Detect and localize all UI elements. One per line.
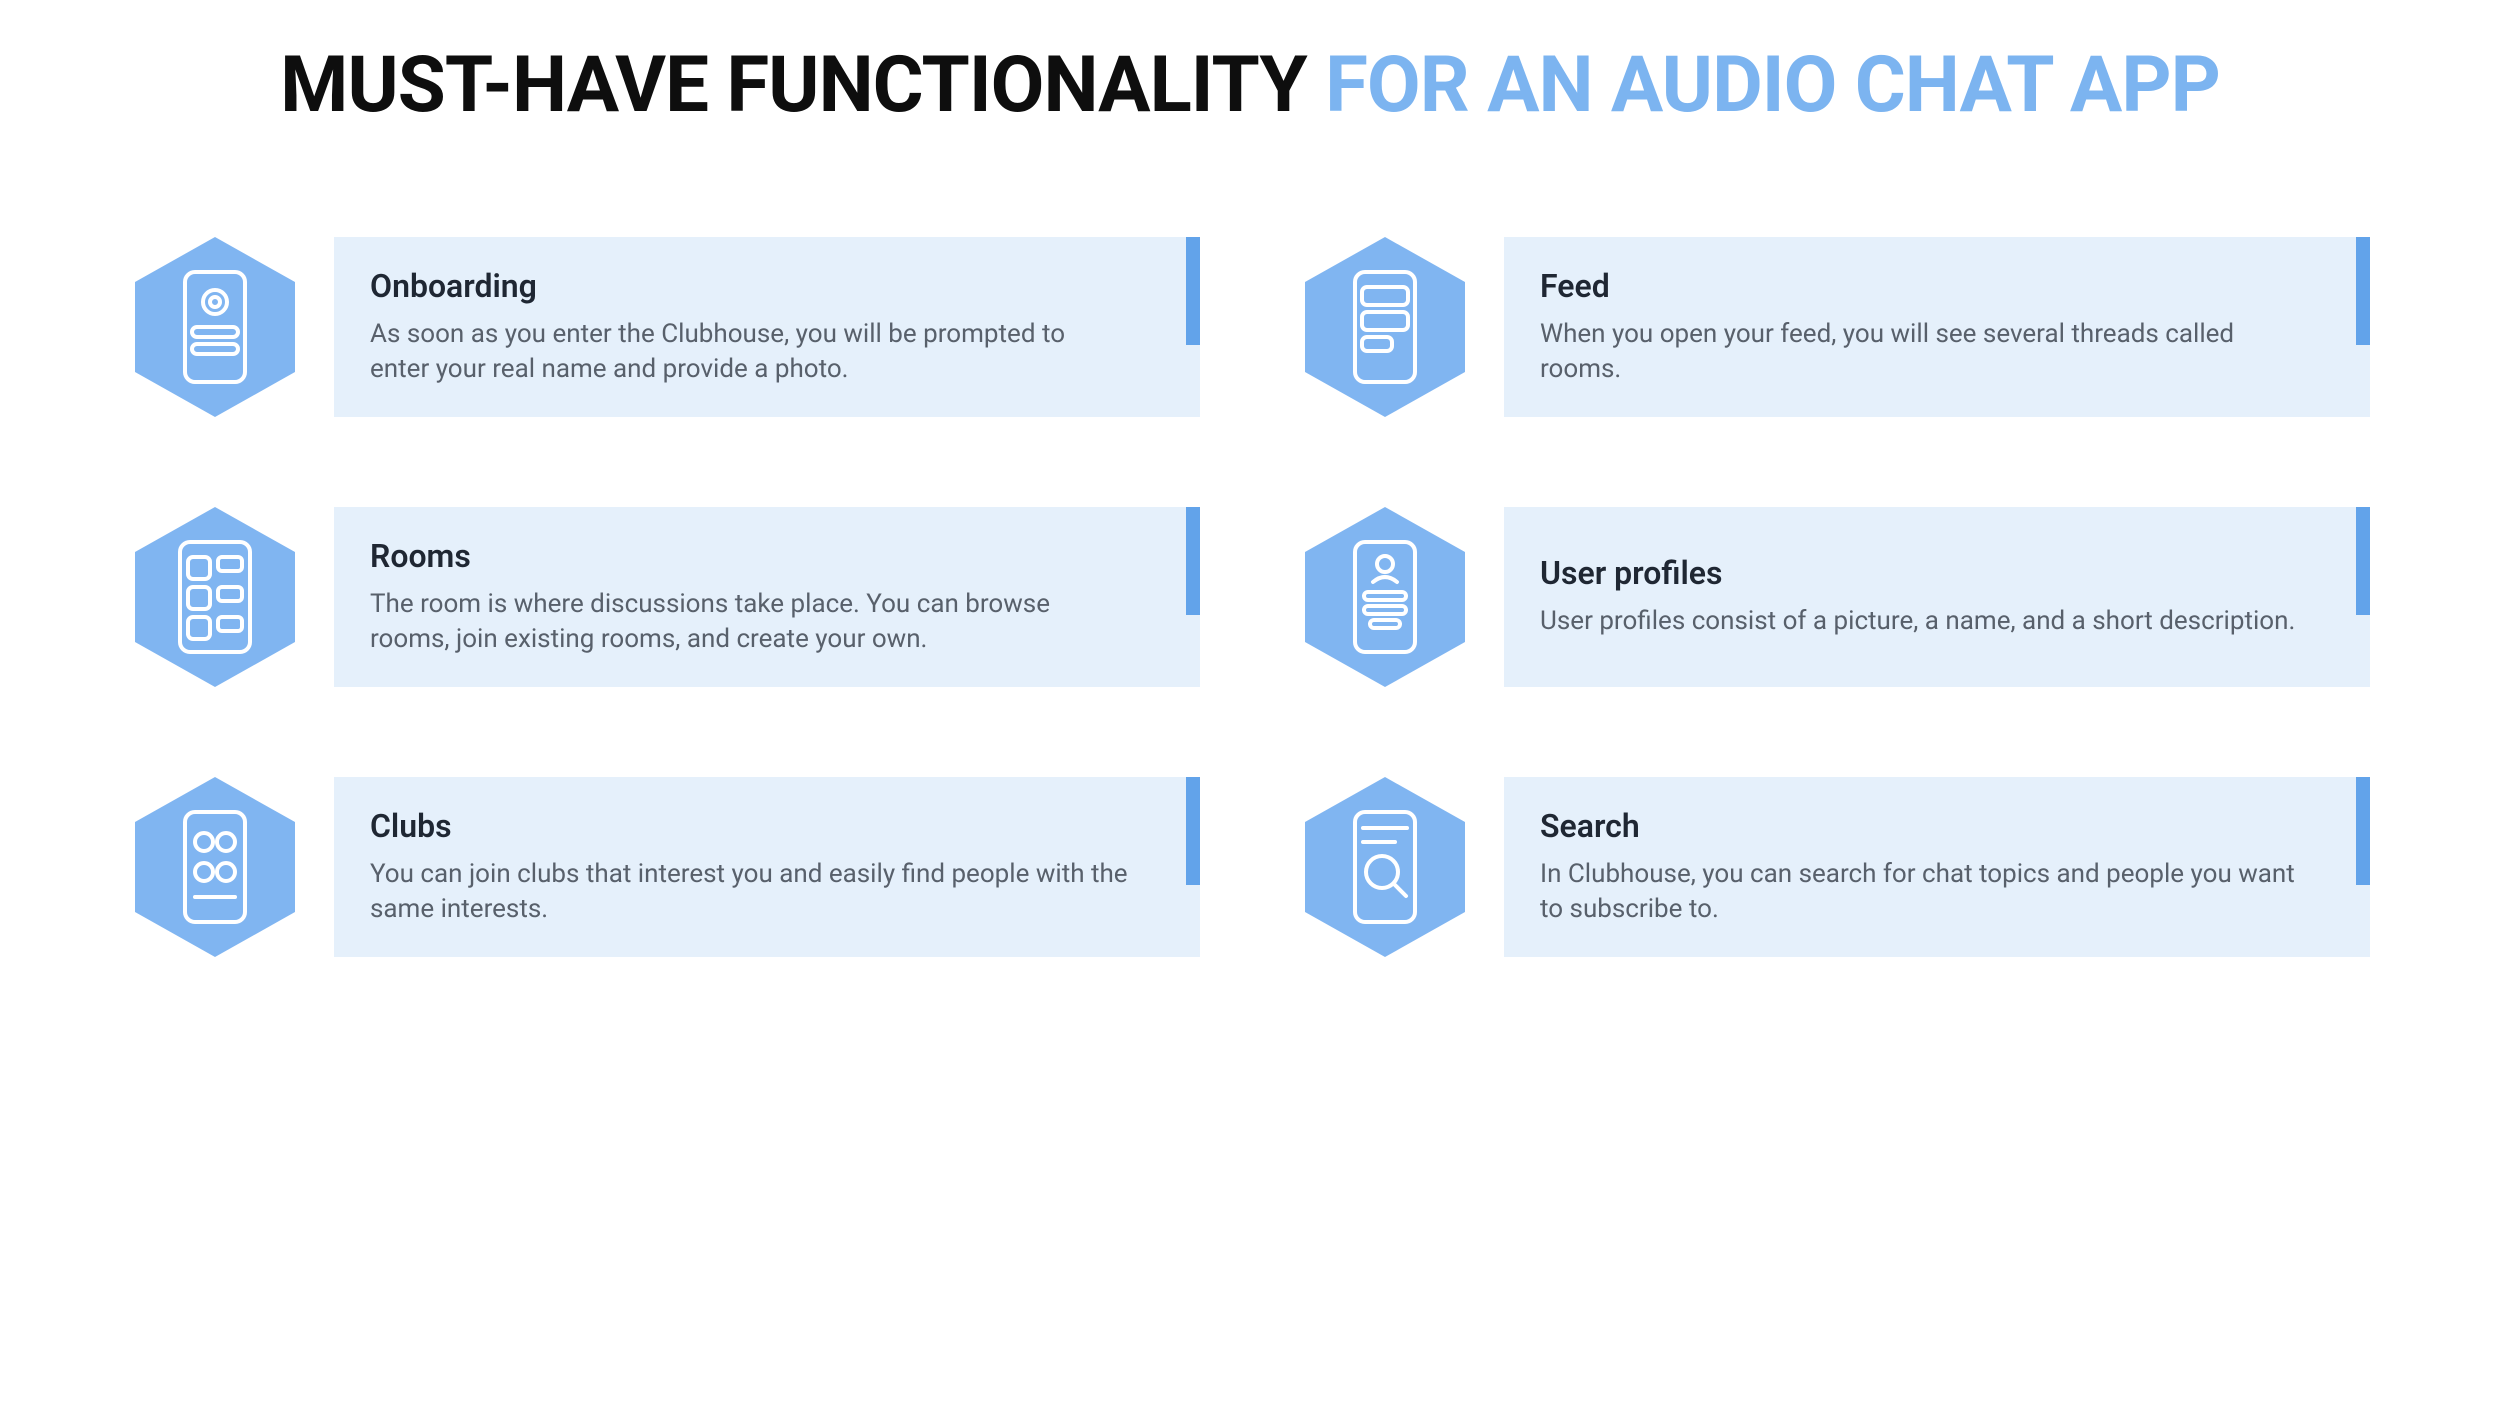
feature-title: User profiles xyxy=(1540,554,2295,592)
phone-rooms-icon xyxy=(130,502,300,692)
feature-title: Rooms xyxy=(370,537,1130,575)
feature-search: Search In Clubhouse, you can search for … xyxy=(1300,772,2370,962)
title-part-2: FOR AN AUDIO CHAT APP xyxy=(1325,40,2220,131)
feature-onboarding: Onboarding As soon as you enter the Club… xyxy=(130,232,1200,422)
feature-card: User profiles User profiles consist of a… xyxy=(1504,507,2370,687)
feature-desc: As soon as you enter the Clubhouse, you … xyxy=(370,317,1130,387)
feature-title: Onboarding xyxy=(370,267,1130,305)
card-stripe xyxy=(2356,777,2370,885)
phone-user-icon xyxy=(1300,502,1470,692)
phone-profile-icon xyxy=(130,232,300,422)
card-stripe xyxy=(1186,237,1200,345)
feature-card: Feed When you open your feed, you will s… xyxy=(1504,237,2370,417)
phone-search-icon xyxy=(1300,772,1470,962)
phone-feed-icon xyxy=(1300,232,1470,422)
title-part-1: MUST-HAVE FUNCTIONALITY xyxy=(280,40,1325,131)
feature-card: Clubs You can join clubs that interest y… xyxy=(334,777,1200,957)
features-grid: Onboarding As soon as you enter the Club… xyxy=(130,232,2370,962)
card-stripe xyxy=(2356,507,2370,615)
feature-card: Search In Clubhouse, you can search for … xyxy=(1504,777,2370,957)
feature-title: Search xyxy=(1540,807,2300,845)
feature-desc: User profiles consist of a picture, a na… xyxy=(1540,604,2295,639)
feature-title: Clubs xyxy=(370,807,1130,845)
feature-desc: The room is where discussions take place… xyxy=(370,587,1130,657)
feature-rooms: Rooms The room is where discussions take… xyxy=(130,502,1200,692)
card-stripe xyxy=(1186,507,1200,615)
page-title: MUST-HAVE FUNCTIONALITY FOR AN AUDIO CHA… xyxy=(130,40,2370,132)
feature-desc: When you open your feed, you will see se… xyxy=(1540,317,2300,387)
feature-title: Feed xyxy=(1540,267,2300,305)
feature-desc: In Clubhouse, you can search for chat to… xyxy=(1540,857,2300,927)
card-stripe xyxy=(1186,777,1200,885)
feature-clubs: Clubs You can join clubs that interest y… xyxy=(130,772,1200,962)
feature-desc: You can join clubs that interest you and… xyxy=(370,857,1130,927)
feature-feed: Feed When you open your feed, you will s… xyxy=(1300,232,2370,422)
card-stripe xyxy=(2356,237,2370,345)
feature-card: Onboarding As soon as you enter the Club… xyxy=(334,237,1200,417)
feature-user-profiles: User profiles User profiles consist of a… xyxy=(1300,502,2370,692)
feature-card: Rooms The room is where discussions take… xyxy=(334,507,1200,687)
phone-clubs-icon xyxy=(130,772,300,962)
